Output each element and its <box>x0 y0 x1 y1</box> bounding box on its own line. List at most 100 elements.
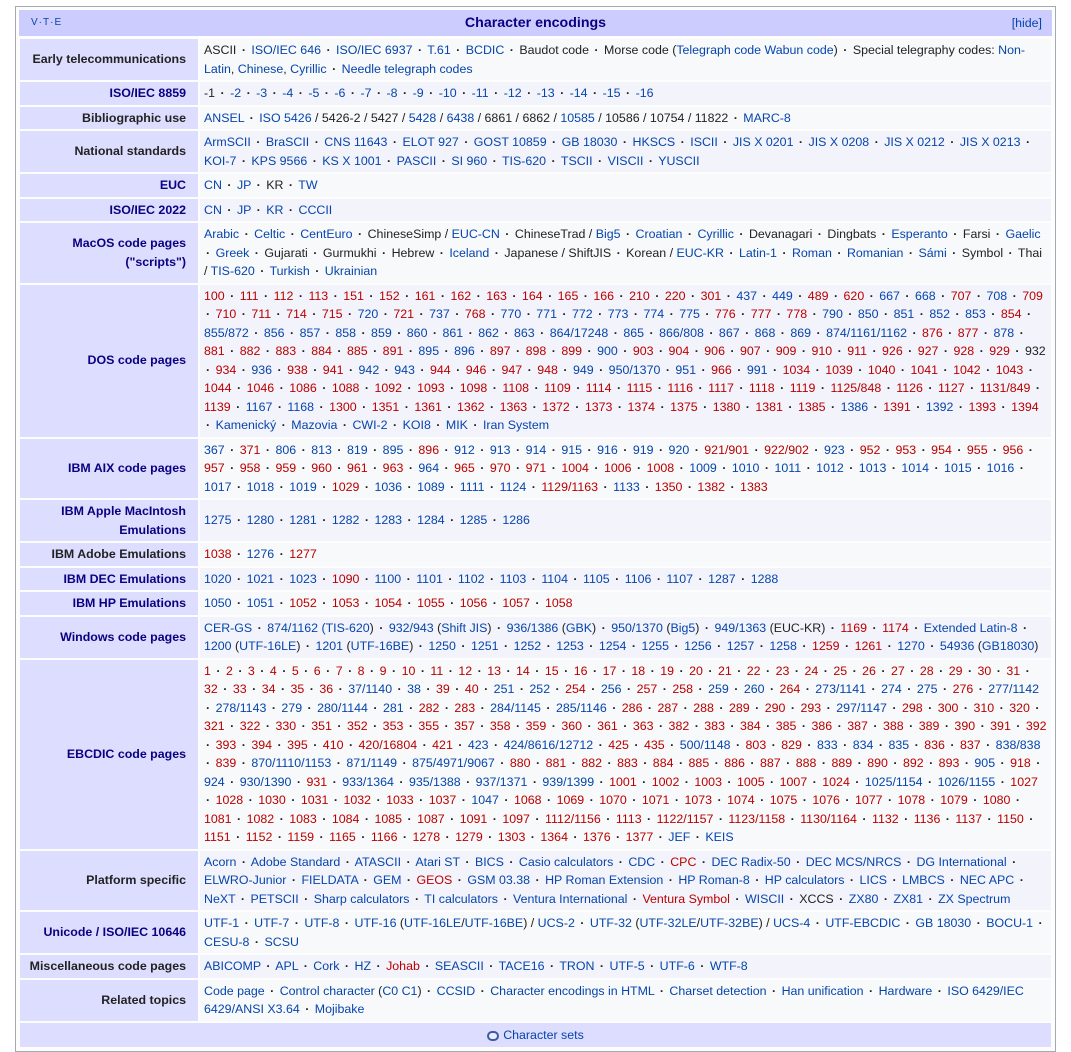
navbox-list-link[interactable]: 1053 <box>332 596 360 610</box>
navbox-list-link[interactable]: Mazovia <box>291 418 337 432</box>
navbox-list-link[interactable]: 289 <box>729 701 750 715</box>
navbox-list-link[interactable]: 12 <box>458 664 472 678</box>
navbox-list-link[interactable]: 813 <box>311 443 332 457</box>
navbox-list-link[interactable]: 1029 <box>332 480 360 494</box>
navbox-list-link[interactable]: 254 <box>565 682 586 696</box>
navbox-list-link[interactable]: 360 <box>561 719 582 733</box>
navbox-list-link[interactable]: 961 <box>347 461 368 475</box>
navbox-list-link[interactable]: Atari ST <box>415 855 460 869</box>
navbox-group-label[interactable]: ISO/IEC 8859 <box>20 82 198 105</box>
navbox-list-link[interactable]: CPC <box>670 855 696 869</box>
navbox-list-link[interactable]: 1098 <box>460 381 488 395</box>
navbox-list-link[interactable]: KPS 9566 <box>251 154 307 168</box>
navbox-list-link[interactable]: 1282 <box>332 513 360 527</box>
navbox-list-link[interactable]: 926 <box>882 344 903 358</box>
navbox-list-link[interactable]: 285/1146 <box>556 701 607 715</box>
navbox-list-link[interactable]: 905 <box>974 756 995 770</box>
navbox-list-link[interactable]: 437 <box>736 289 757 303</box>
navbox-list-link[interactable]: 1055 <box>417 596 445 610</box>
navbox-list-link[interactable]: Cyrillic <box>290 62 326 76</box>
navbox-list-link[interactable]: 1392 <box>926 400 954 414</box>
vte-edit-link[interactable]: E <box>54 17 62 28</box>
navbox-list-link[interactable]: 24 <box>804 664 818 678</box>
navbox-list-link[interactable]: Big5 <box>596 227 621 241</box>
navbox-list-link[interactable]: ISCII <box>690 135 718 149</box>
navbox-list-link[interactable]: 1043 <box>996 363 1024 377</box>
navbox-list-link[interactable]: 1375 <box>670 400 698 414</box>
navbox-list-link[interactable]: 715 <box>322 307 343 321</box>
navbox-list-link[interactable]: 393 <box>216 738 237 752</box>
navbox-list-link[interactable]: 835 <box>888 738 909 752</box>
navbox-list-link[interactable]: 273/1141 <box>815 682 866 696</box>
navbox-list-link[interactable]: 836 <box>924 738 945 752</box>
navbox-list-link[interactable]: JEF <box>668 830 690 844</box>
navbox-list-link[interactable]: 906 <box>704 344 725 358</box>
navbox-list-link[interactable]: 32 <box>204 682 218 696</box>
navbox-list-link[interactable]: 54936 <box>940 639 974 653</box>
navbox-list-link[interactable]: -16 <box>636 86 654 100</box>
navbox-list-link[interactable]: 1270 <box>897 639 925 653</box>
navbox-list-link[interactable]: 1276 <box>247 547 275 561</box>
navbox-list-link[interactable]: 971 <box>526 461 547 475</box>
navbox-list-link[interactable]: 1350 <box>655 480 683 494</box>
navbox-list-link[interactable]: 871/1149 <box>346 756 397 770</box>
navbox-list-link[interactable]: 1105 <box>583 572 610 586</box>
navbox-list-link[interactable]: 1258 <box>769 639 797 653</box>
navbox-list-link[interactable]: 900 <box>597 344 618 358</box>
navbox-list-link[interactable]: 710 <box>216 307 237 321</box>
navbox-list-link[interactable]: 884 <box>653 756 674 770</box>
navbox-list-link[interactable]: 1386 <box>841 400 869 414</box>
navbox-list-link[interactable]: JIS X 0208 <box>809 135 870 149</box>
navbox-list-link[interactable]: 1166 <box>371 830 398 844</box>
navbox-list-link[interactable]: JIS X 0212 <box>884 135 945 149</box>
navbox-list-link[interactable]: 1039 <box>825 363 853 377</box>
navbox-list-link[interactable]: 1277 <box>289 547 317 561</box>
navbox-list-link[interactable]: 790 <box>822 307 843 321</box>
navbox-list-link[interactable]: 389 <box>919 719 940 733</box>
navbox-list-link[interactable]: MIK <box>446 418 468 432</box>
navbox-list-link[interactable]: 1032 <box>343 793 371 807</box>
navbox-list-link[interactable]: 924 <box>204 775 225 789</box>
navbox-list-link[interactable]: CESU-8 <box>204 935 249 949</box>
navbox-list-link[interactable]: 929 <box>989 344 1010 358</box>
navbox-list-link[interactable]: 435 <box>644 738 665 752</box>
navbox-list-link[interactable]: 29 <box>949 664 963 678</box>
navbox-list-link[interactable]: UTF-32LE <box>639 916 696 930</box>
navbox-list-link[interactable]: 17 <box>603 664 617 678</box>
navbox-list-link[interactable]: 1125/848 <box>830 381 881 395</box>
navbox-list-link[interactable]: 1139 <box>204 400 231 414</box>
navbox-group-label[interactable]: IBM HP Emulations <box>20 592 198 615</box>
navbox-list-link[interactable]: 1256 <box>684 639 712 653</box>
navbox-list-link[interactable]: DG International <box>916 855 1006 869</box>
navbox-list-link[interactable]: 882 <box>240 344 261 358</box>
navbox-list-link[interactable]: Acorn <box>204 855 236 869</box>
navbox-list-link[interactable]: 1079 <box>940 793 968 807</box>
navbox-list-link[interactable]: 921/901 <box>704 443 749 457</box>
navbox-list-link[interactable]: 874/1161/1162 <box>826 326 907 340</box>
navbox-list-link[interactable]: 161 <box>415 289 436 303</box>
navbox-list-link[interactable]: 1284 <box>417 513 445 527</box>
navbox-list-link[interactable]: 1283 <box>375 513 403 527</box>
navbox-list-link[interactable]: DEC Radix-50 <box>711 855 790 869</box>
navbox-list-link[interactable]: Croatian <box>636 227 683 241</box>
navbox-list-link[interactable]: 28 <box>920 664 934 678</box>
navbox-list-link[interactable]: 1088 <box>332 381 360 395</box>
navbox-list-link[interactable]: 1083 <box>289 812 317 826</box>
navbox-list-link[interactable]: 1363 <box>500 400 528 414</box>
navbox-list-link[interactable]: UTF-EBCDIC <box>825 916 900 930</box>
navbox-list-link[interactable]: 1002 <box>652 775 680 789</box>
navbox-list-link[interactable]: JIS X 0201 <box>733 135 794 149</box>
navbox-list-link[interactable]: 1024 <box>822 775 850 789</box>
navbox-list-link[interactable]: 351 <box>311 719 332 733</box>
navbox-list-link[interactable]: 1014 <box>901 461 929 475</box>
navbox-list-link[interactable]: 3 <box>248 664 255 678</box>
navbox-list-link[interactable]: 773 <box>608 307 629 321</box>
navbox-list-link[interactable]: 264 <box>780 682 801 696</box>
navbox-list-link[interactable]: 855/872 <box>204 326 249 340</box>
navbox-list-link[interactable]: 1393 <box>968 400 996 414</box>
navbox-list-link[interactable]: 1159 <box>287 830 314 844</box>
navbox-list-link[interactable]: 35 <box>291 682 305 696</box>
navbox-list-link[interactable]: 936/1386 <box>507 621 559 635</box>
navbox-list-link[interactable]: 252 <box>529 682 550 696</box>
navbox-list-link[interactable]: 895 <box>418 344 439 358</box>
